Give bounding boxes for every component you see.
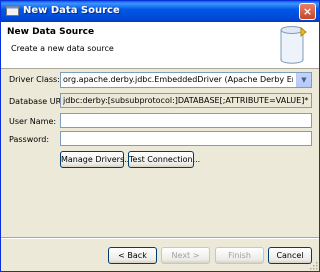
title-bar[interactable]: New Data Source × <box>1 1 319 22</box>
chevron-down-icon[interactable]: ▼ <box>296 73 311 87</box>
user-name-field[interactable] <box>60 113 312 128</box>
close-icon: × <box>302 5 313 18</box>
driver-class-value: org.apache.derby.jdbc.EmbeddedDriver (Ap… <box>63 75 293 84</box>
test-connection-button[interactable]: Test Connection... <box>128 151 200 168</box>
back-button[interactable]: < Back <box>108 247 157 264</box>
cancel-button[interactable]: Cancel <box>268 247 312 264</box>
close-button[interactable]: × <box>299 3 316 20</box>
wizard-header: New Data Source Create a new data source <box>1 22 319 69</box>
footer-separator <box>1 237 319 239</box>
password-input[interactable] <box>61 132 311 145</box>
database-url-input[interactable] <box>61 94 311 107</box>
window-app-icon <box>6 6 19 16</box>
password-label: Password: <box>9 135 50 144</box>
next-button[interactable]: Next > <box>161 247 210 264</box>
wizard-page-description: Create a new data source <box>11 44 114 53</box>
resize-grip-icon[interactable] <box>308 260 318 270</box>
new-data-source-dialog: New Data Source × New Data Source Create… <box>0 0 320 272</box>
database-url-field[interactable] <box>60 93 312 108</box>
user-name-input[interactable] <box>61 114 311 127</box>
user-name-label: User Name: <box>9 117 57 126</box>
window-title: New Data Source <box>23 5 120 16</box>
wizard-page-title: New Data Source <box>7 27 95 37</box>
password-field[interactable] <box>60 131 312 146</box>
driver-class-label: Driver Class: <box>9 75 60 84</box>
finish-button[interactable]: Finish <box>215 247 264 264</box>
driver-class-select[interactable]: org.apache.derby.jdbc.EmbeddedDriver (Ap… <box>60 72 312 88</box>
manage-drivers-button[interactable]: Manage Drivers... <box>60 151 132 168</box>
database-icon <box>280 26 307 64</box>
